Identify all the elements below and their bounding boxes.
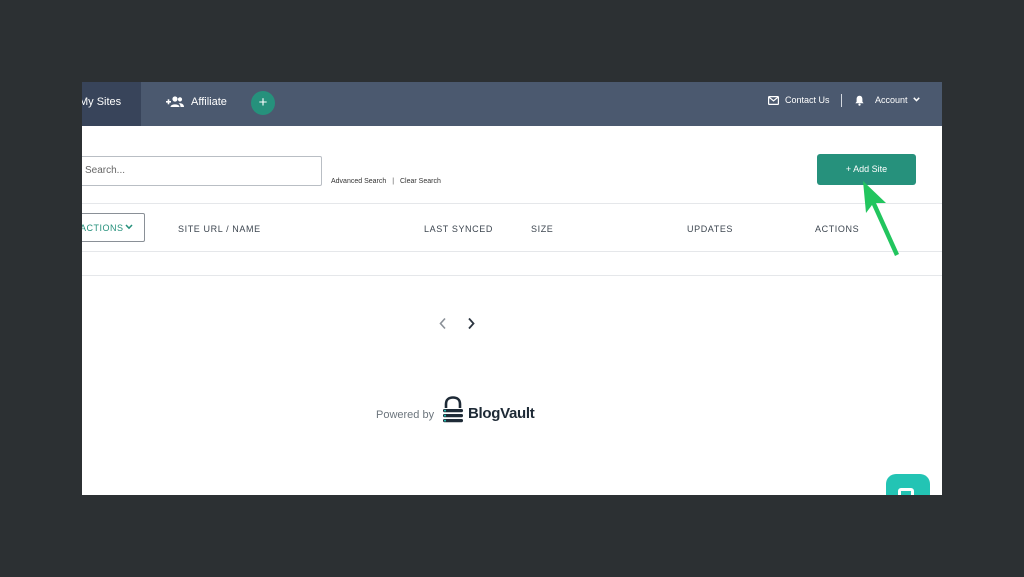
advanced-search-link[interactable]: Advanced Search — [331, 178, 386, 185]
mail-icon — [768, 96, 779, 105]
divider — [82, 251, 942, 252]
powered-by-text: Powered by — [376, 409, 435, 421]
add-tab-button[interactable]: + — [251, 91, 275, 115]
tab-my-sites-label: My Sites — [82, 96, 122, 108]
bulk-actions-label: ACTIONS — [82, 223, 124, 233]
blogvault-brand: BlogVault — [468, 405, 535, 422]
blogvault-logo: BlogVault — [442, 396, 542, 426]
top-navbar: My Sites Affiliate + Contact Us Account — [82, 82, 942, 126]
column-header-last-synced: LAST SYNCED — [424, 224, 493, 234]
chevron-left-icon[interactable] — [438, 317, 448, 330]
divider — [82, 275, 942, 276]
chat-icon — [898, 488, 914, 495]
search-links: Advanced Search | Clear Search — [331, 178, 441, 185]
blogvault-lock-icon — [443, 396, 463, 423]
bulk-actions-dropdown[interactable]: ACTIONS — [82, 213, 145, 242]
search-links-separator: | — [392, 178, 395, 185]
chat-widget-button[interactable] — [886, 474, 930, 495]
search-field[interactable] — [82, 156, 322, 186]
column-header-site-url: SITE URL / NAME — [178, 224, 261, 234]
affiliate-users-icon — [166, 96, 184, 107]
tab-affiliate[interactable]: Affiliate — [162, 82, 240, 126]
annotation-arrow — [863, 181, 899, 256]
contact-us-label: Contact Us — [785, 95, 830, 105]
app-window: My Sites Affiliate + Contact Us Account … — [82, 82, 942, 495]
column-header-actions: ACTIONS — [815, 224, 860, 234]
column-header-size: SIZE — [531, 224, 554, 234]
column-header-updates: UPDATES — [687, 224, 734, 234]
nav-divider — [841, 94, 842, 107]
chevron-down-icon — [125, 224, 133, 230]
search-input[interactable] — [83, 164, 317, 177]
chevron-down-icon — [913, 97, 920, 102]
account-label: Account — [875, 95, 908, 105]
tab-affiliate-label: Affiliate — [191, 96, 227, 108]
chevron-right-icon[interactable] — [466, 317, 476, 330]
tab-my-sites[interactable]: My Sites — [82, 82, 141, 126]
divider — [82, 203, 942, 204]
clear-search-link[interactable]: Clear Search — [400, 178, 441, 185]
account-menu[interactable]: Account — [875, 95, 920, 105]
bell-icon[interactable] — [855, 95, 864, 106]
